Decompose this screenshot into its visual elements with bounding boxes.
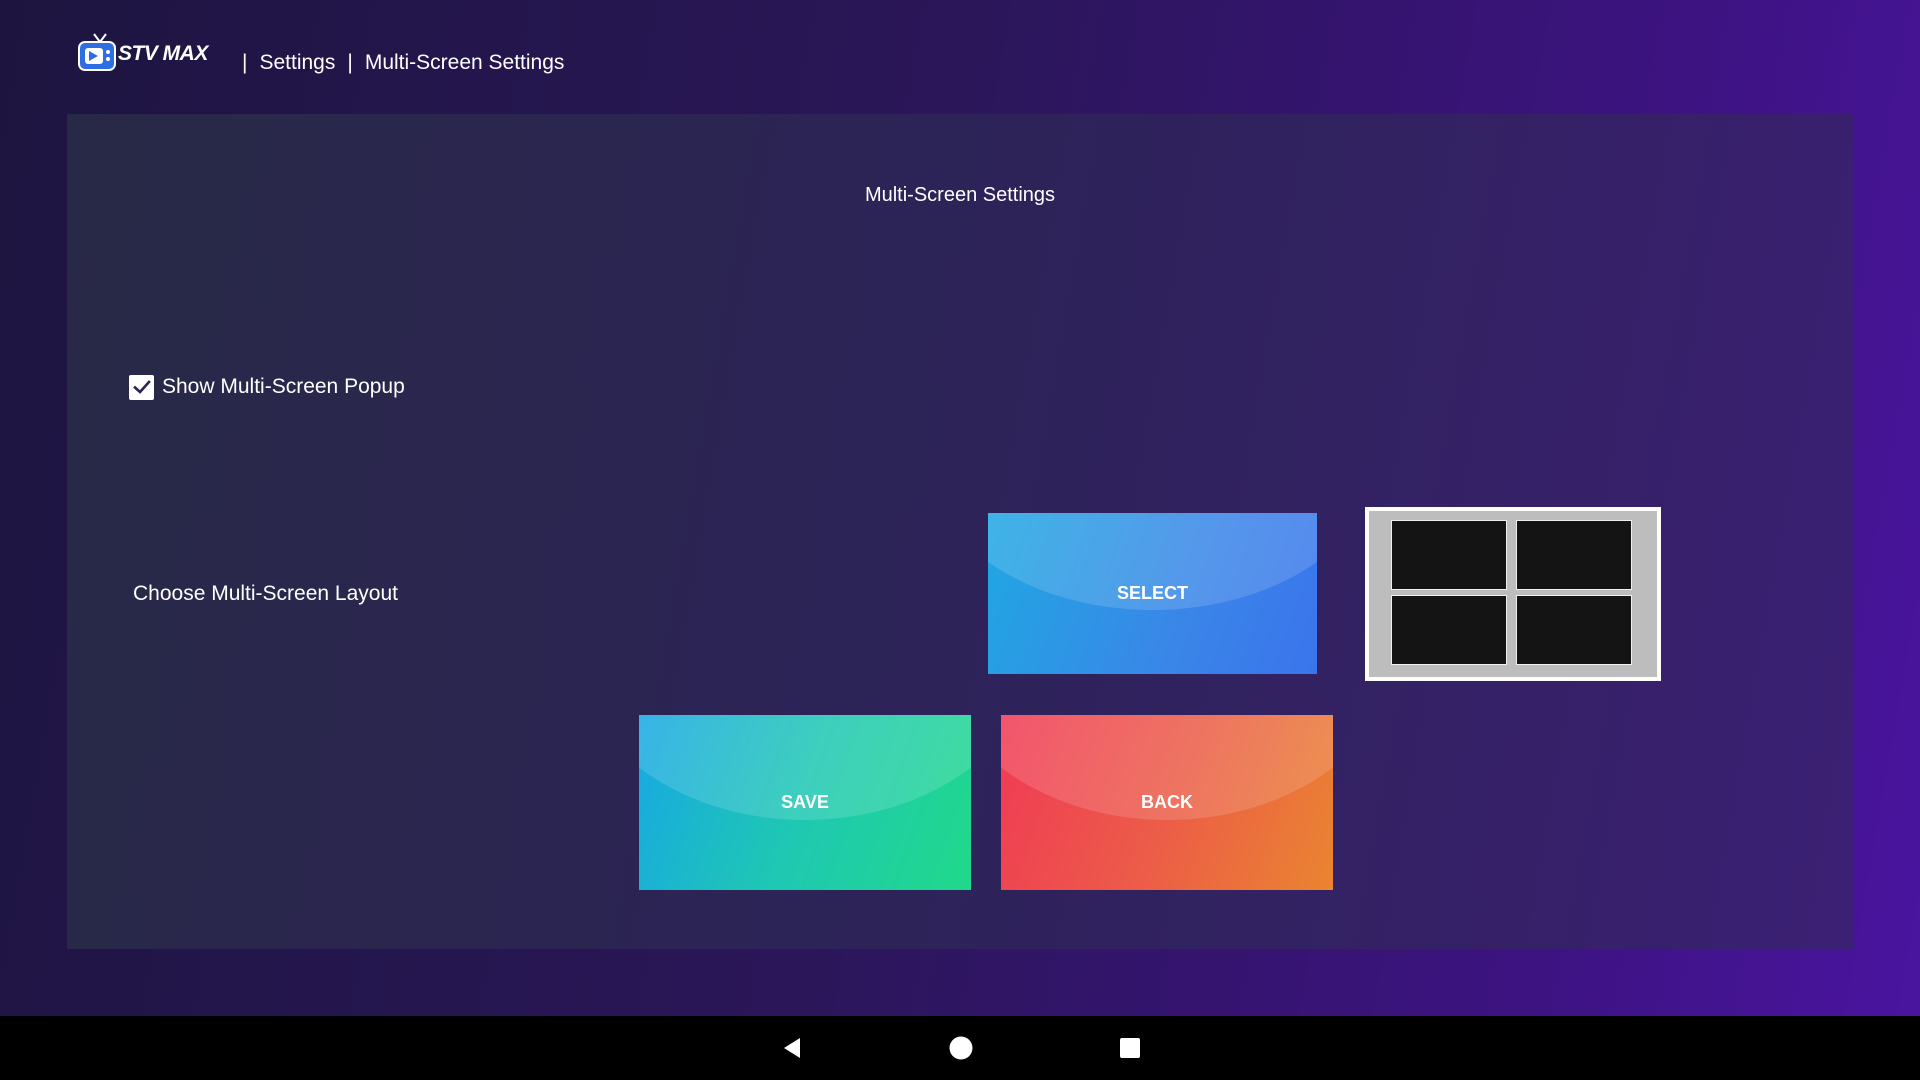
android-nav-bar <box>0 1016 1920 1080</box>
show-popup-checkbox-row[interactable]: Show Multi-Screen Popup <box>129 372 405 402</box>
nav-home-button[interactable] <box>931 1016 991 1080</box>
app-logo: STV MAX <box>76 32 208 76</box>
save-button-label: SAVE <box>781 792 829 812</box>
show-popup-checkbox[interactable] <box>129 374 154 400</box>
layout-preview-2x2 <box>1365 507 1661 681</box>
choose-layout-label: Choose Multi-Screen Layout <box>133 582 398 605</box>
settings-panel: Multi-Screen Settings Show Multi-Screen … <box>67 114 1853 949</box>
nav-recents-button[interactable] <box>1100 1016 1160 1080</box>
back-button[interactable]: BACK <box>1001 715 1333 890</box>
layout-cell <box>1516 595 1632 665</box>
nav-back-button[interactable] <box>762 1016 822 1080</box>
back-button-label: BACK <box>1141 792 1193 812</box>
layout-cell <box>1391 595 1507 665</box>
layout-cell <box>1391 520 1507 590</box>
select-button-label: SELECT <box>1116 583 1188 603</box>
breadcrumb-settings[interactable]: Settings <box>259 51 335 75</box>
recents-icon <box>1120 1038 1140 1058</box>
back-icon <box>784 1038 800 1058</box>
layout-grid <box>1369 511 1657 677</box>
save-button[interactable]: SAVE <box>639 715 971 890</box>
breadcrumb: | Settings | Multi-Screen Settings <box>238 48 564 78</box>
layout-cell <box>1516 520 1632 590</box>
show-popup-label: Show Multi-Screen Popup <box>162 375 405 398</box>
logo-text: STV MAX <box>118 42 208 65</box>
checkmark-icon <box>132 380 151 394</box>
breadcrumb-separator: | <box>242 51 248 74</box>
select-layout-button[interactable]: SELECT <box>988 513 1317 674</box>
breadcrumb-multi-screen-settings: Multi-Screen Settings <box>364 51 565 74</box>
breadcrumb-separator: | <box>347 51 353 74</box>
panel-title: Multi-Screen Settings <box>864 184 1056 206</box>
home-icon <box>949 1036 973 1060</box>
header: STV MAX | Settings | Multi-Screen Settin… <box>0 0 1920 114</box>
tv-logo-icon <box>78 33 116 71</box>
